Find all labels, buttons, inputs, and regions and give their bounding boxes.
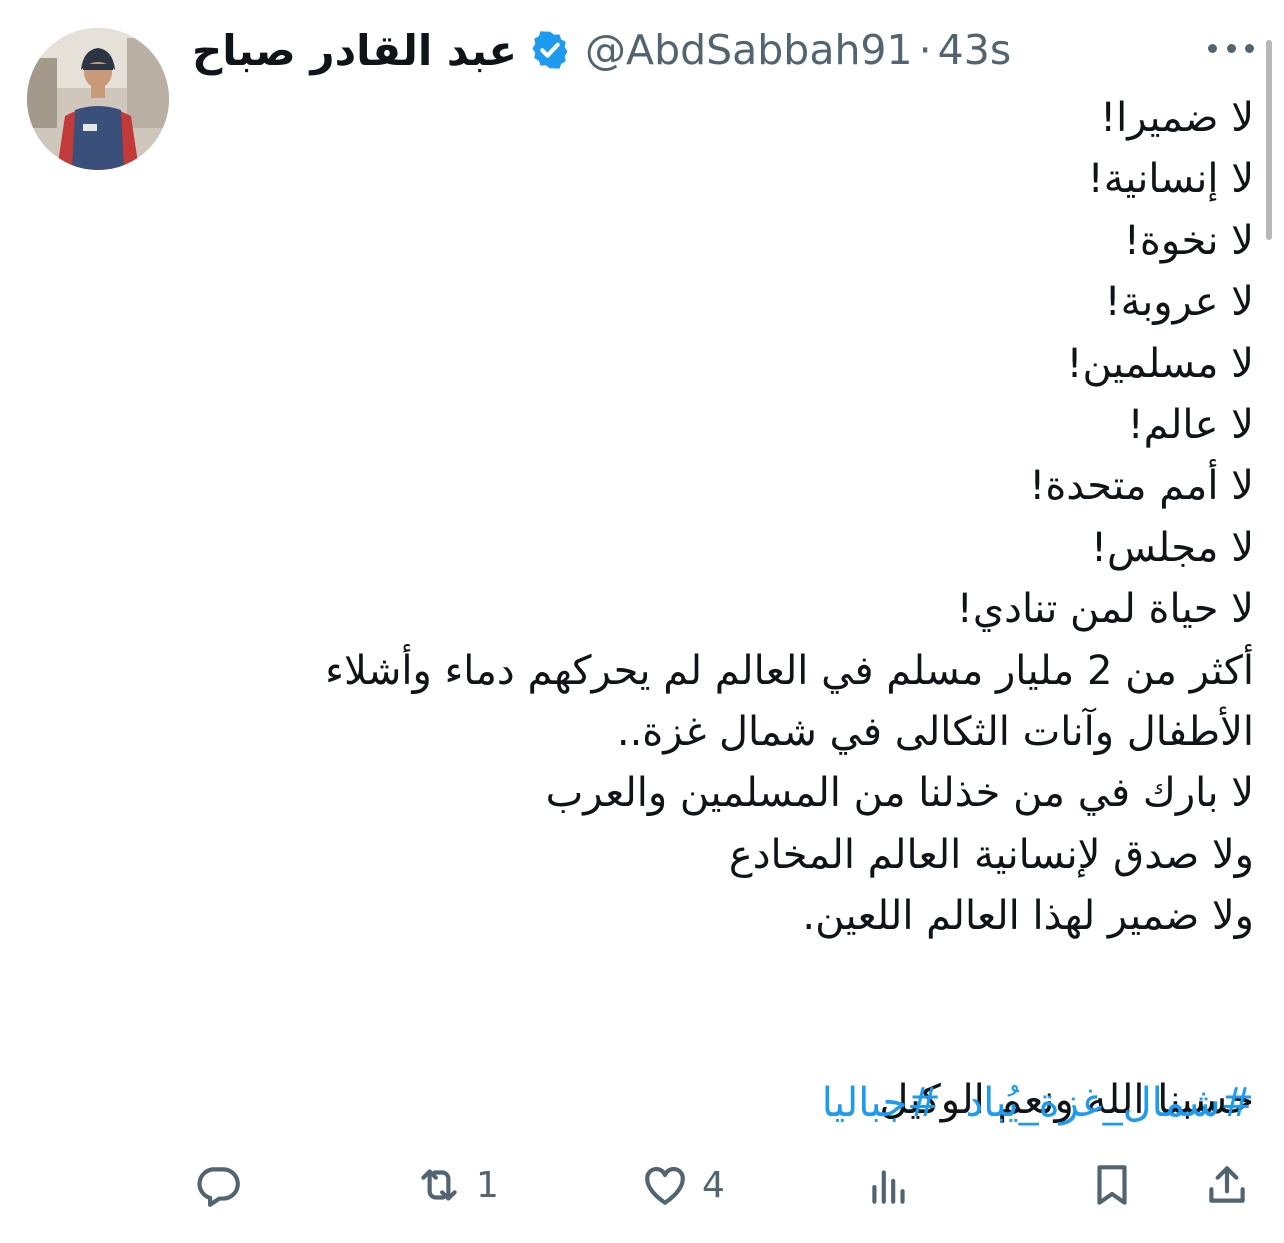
bookmark-button[interactable]	[1087, 1150, 1137, 1220]
tweet-line: لا نخوة!	[1123, 217, 1254, 264]
tweet-line: لا أمم متحدة!	[1029, 463, 1254, 510]
avatar[interactable]	[27, 28, 169, 170]
timestamp[interactable]: 43s	[938, 26, 1012, 74]
hashtag-link[interactable]: #جباليا	[822, 1080, 941, 1126]
tweet-line: لا حياة لمن تنادي!	[956, 586, 1254, 633]
scrollbar[interactable]	[1266, 40, 1272, 240]
retweet-icon	[421, 1169, 457, 1201]
hashtag-link[interactable]: #شمال_غزة_يُباد	[965, 1080, 1254, 1126]
tweet-line: ولا صدق لإنسانية العالم المخادع	[728, 831, 1254, 878]
retweet-count: 1	[476, 1164, 499, 1206]
tweet-line: لا مجلس!	[1090, 524, 1254, 571]
tweet-line: لا إنسانية!	[1087, 156, 1254, 203]
display-name[interactable]: عبد القادر صباح	[192, 26, 517, 75]
reply-button[interactable]	[193, 1150, 255, 1220]
heart-icon	[645, 1166, 685, 1205]
like-count: 4	[702, 1164, 725, 1206]
views-icon	[872, 1170, 905, 1204]
share-icon	[1209, 1166, 1245, 1203]
hashtags: #شمال_غزة_يُباد #جباليا	[822, 1073, 1254, 1134]
tweet-line: أكثر من 2 مليار مسلم في العالم لم يحركهم…	[325, 647, 1254, 694]
action-bar: 1 4	[0, 1150, 1284, 1220]
verified-badge-icon	[529, 29, 571, 71]
tweet-line: لا عالم!	[1127, 402, 1254, 449]
tweet-line: ولا ضمير لهذا العالم اللعين.	[802, 893, 1254, 940]
avatar-image	[27, 28, 169, 170]
retweet-button[interactable]: 1	[414, 1150, 499, 1220]
tweet-text: لا ضميرا! لا إنسانية! لا نخوة! لا عروبة!…	[204, 88, 1254, 1132]
user-handle[interactable]: @AbdSabbah91	[585, 26, 913, 74]
tweet-line: لا ضميرا!	[1100, 95, 1254, 141]
tweet-header: عبد القادر صباح @AbdSabbah91 · 43s	[192, 22, 1011, 78]
tweet-line: لا بارك في من خذلنا من المسلمين والعرب	[545, 770, 1254, 817]
bookmark-icon	[1097, 1165, 1127, 1205]
like-button[interactable]: 4	[640, 1150, 725, 1220]
views-button[interactable]	[864, 1150, 926, 1220]
tweet-line: لا مسلمين!	[1066, 340, 1254, 387]
reply-icon	[197, 1167, 240, 1207]
separator-dot: ·	[918, 26, 932, 74]
share-button[interactable]	[1202, 1150, 1252, 1220]
tweet-line: الأطفال وآنات الثكالى في شمال غزة..	[616, 709, 1254, 756]
more-options-icon[interactable]	[1208, 30, 1254, 66]
tweet-line: لا عروبة!	[1104, 279, 1254, 326]
